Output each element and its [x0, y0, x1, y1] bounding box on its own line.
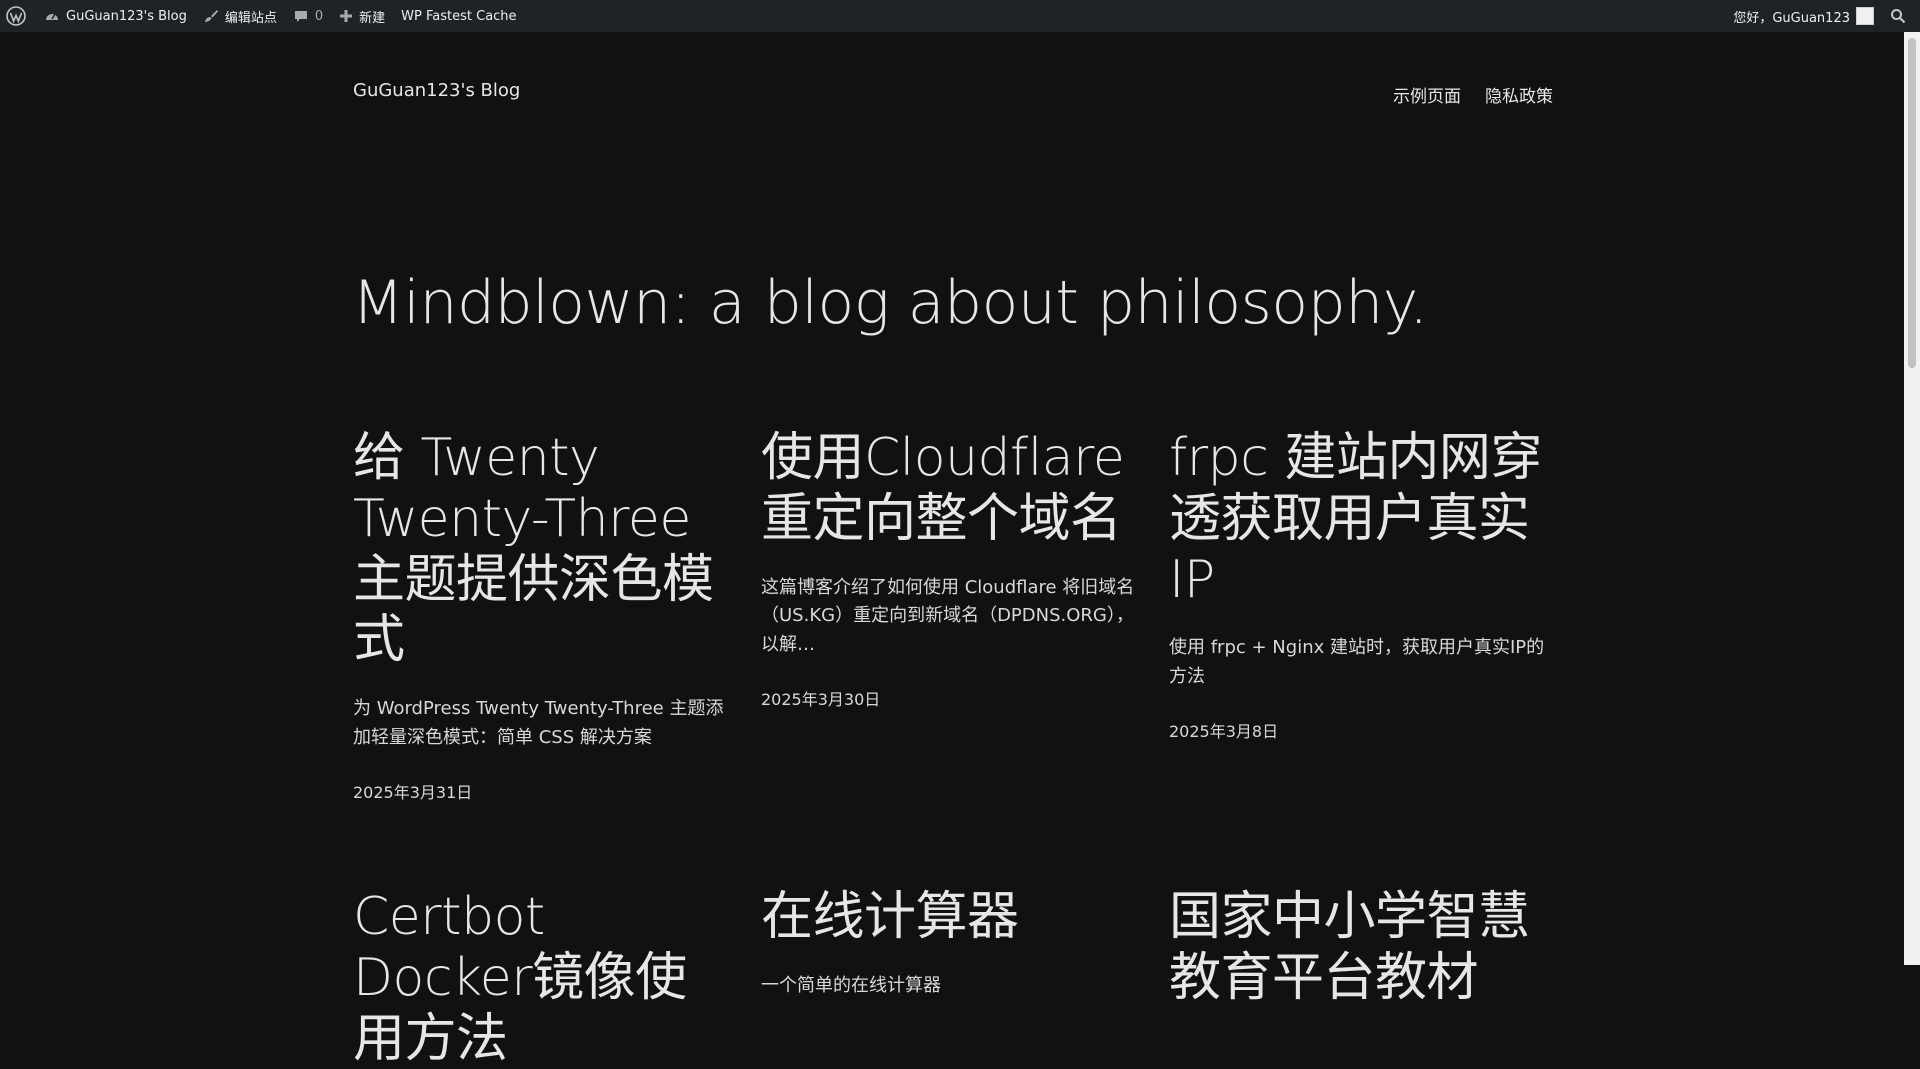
post-title-link[interactable]: 在线计算器: [761, 887, 1145, 948]
post-date: 2025年3月30日: [761, 690, 881, 710]
wp-fastest-cache-menu[interactable]: WP Fastest Cache: [393, 0, 524, 32]
post-excerpt: 使用 frpc + Nginx 建站时，获取用户真实IP的方法: [1169, 637, 1545, 688]
new-content-button[interactable]: 新建: [331, 0, 393, 32]
post-title-link[interactable]: Certbot Docker镜像使用方法: [353, 887, 737, 1069]
wp-fastest-cache-label: WP Fastest Cache: [401, 8, 517, 24]
admin-bar-right: 您好，GuGuan123: [1725, 0, 1920, 32]
page-heading: Mindblown: a blog about philosophy.: [352, 268, 1428, 339]
post-grid: 给 Twenty Twenty-Three 主题提供深色模式 为 WordPre…: [353, 428, 1553, 1069]
post-title-link[interactable]: 国家中小学智慧教育平台教材: [1169, 887, 1553, 1009]
site-name-menu[interactable]: GuGuan123's Blog: [36, 0, 195, 32]
avatar: [1856, 7, 1874, 25]
dashboard-icon: [46, 13, 58, 20]
post-card: Certbot Docker镜像使用方法: [353, 887, 737, 1069]
comment-icon: [294, 11, 307, 22]
comments-count: 0: [314, 8, 324, 24]
search-button[interactable]: [1882, 0, 1920, 32]
site-title-link[interactable]: GuGuan123's Blog: [353, 80, 520, 101]
post-date: 2025年3月31日: [353, 782, 473, 802]
plus-icon: [340, 10, 353, 22]
post-title-link[interactable]: 给 Twenty Twenty-Three 主题提供深色模式: [353, 428, 737, 671]
wordpress-icon: [6, 6, 26, 26]
admin-bar-left: GuGuan123's Blog 编辑站点 0 新建 WP Fastest Ca…: [0, 0, 525, 32]
post-card: 给 Twenty Twenty-Three 主题提供深色模式 为 WordPre…: [353, 428, 737, 803]
primary-navigation: 示例页面 隐私政策: [1393, 82, 1553, 107]
edit-site-button[interactable]: 编辑站点: [195, 0, 285, 32]
site-name-label: GuGuan123's Blog: [66, 8, 187, 24]
vertical-scrollbar[interactable]: [1904, 32, 1920, 965]
greeting-label: 您好，GuGuan123: [1733, 10, 1850, 26]
nav-item-sample-page[interactable]: 示例页面: [1393, 82, 1461, 107]
my-account-menu[interactable]: 您好，GuGuan123: [1725, 0, 1882, 32]
edit-site-label: 编辑站点: [224, 10, 277, 26]
nav-item-privacy-policy[interactable]: 隐私政策: [1485, 82, 1553, 107]
post-card: 在线计算器 一个简单的在线计算器: [761, 887, 1145, 1069]
wordpress-logo-button[interactable]: [0, 0, 36, 32]
search-icon: [1891, 9, 1906, 24]
post-card: 国家中小学智慧教育平台教材: [1169, 887, 1553, 1069]
post-date: 2025年3月8日: [1169, 722, 1279, 742]
post-card: 使用Cloudflare重定向整个域名 这篇博客介绍了如何使用 Cloudfla…: [761, 428, 1145, 803]
post-card: frpc 建站内网穿透获取用户真实IP 使用 frpc + Nginx 建站时，…: [1169, 428, 1553, 803]
post-title-link[interactable]: frpc 建站内网穿透获取用户真实IP: [1169, 428, 1553, 610]
admin-bar: GuGuan123's Blog 编辑站点 0 新建 WP Fastest Ca…: [0, 0, 1920, 32]
comments-button[interactable]: 0: [285, 0, 331, 32]
post-excerpt: 这篇博客介绍了如何使用 Cloudflare 将旧域名（US.KG）重定向到新域…: [761, 576, 1135, 656]
scrollbar-thumb[interactable]: [1908, 38, 1916, 368]
new-content-label: 新建: [359, 10, 386, 26]
post-title-link[interactable]: 使用Cloudflare重定向整个域名: [761, 428, 1145, 550]
post-excerpt: 为 WordPress Twenty Twenty-Three 主题添加轻量深色…: [353, 698, 724, 749]
brush-icon: [204, 10, 218, 22]
post-excerpt: 一个简单的在线计算器: [761, 974, 941, 996]
